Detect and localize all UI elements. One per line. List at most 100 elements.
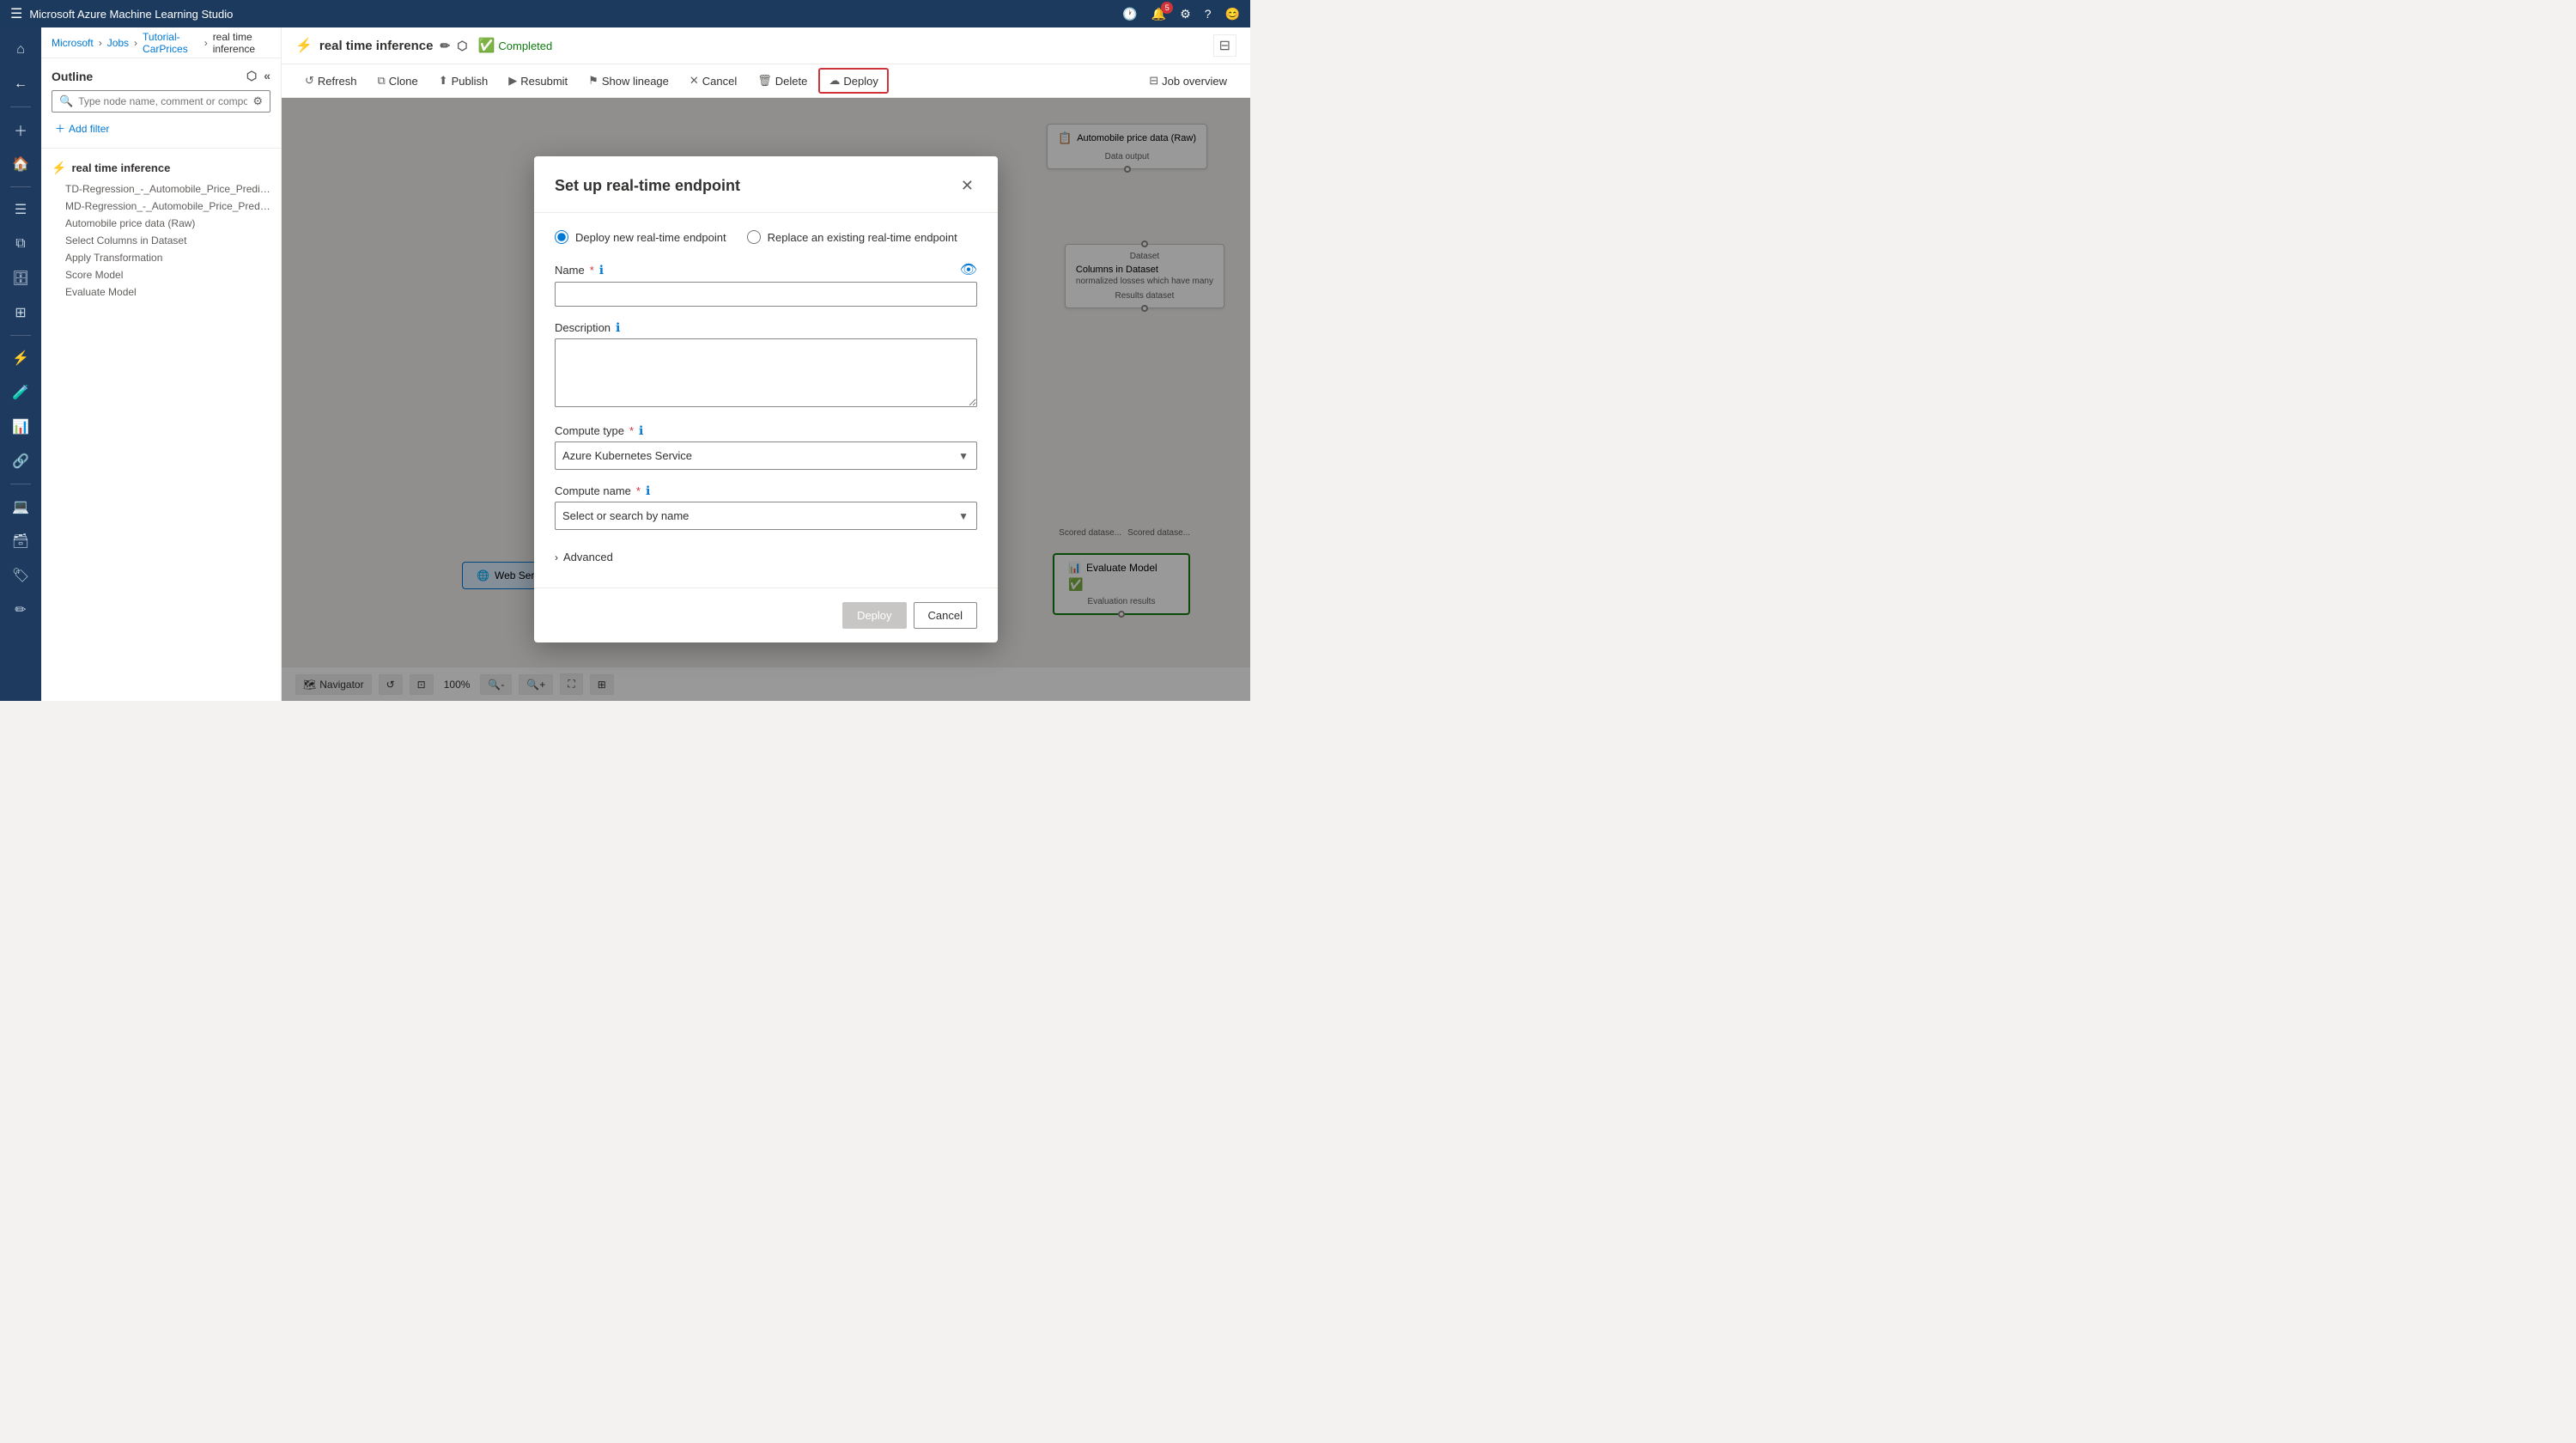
- tree-item-3[interactable]: Select Columns in Dataset: [41, 232, 281, 249]
- settings-icon[interactable]: ⚙: [1180, 7, 1191, 21]
- notification-badge[interactable]: 🔔 5: [1151, 7, 1166, 21]
- sidebar: Microsoft › Jobs › Tutorial-CarPrices › …: [41, 27, 282, 701]
- cancel-button[interactable]: ✕ Cancel: [680, 69, 746, 93]
- compute-type-select[interactable]: Azure Kubernetes Service Azure Container…: [555, 441, 977, 470]
- refresh-icon: ↺: [305, 74, 314, 88]
- name-eye-icon[interactable]: 👁: [960, 261, 977, 278]
- compute-name-label: Compute name * ℹ: [555, 484, 977, 498]
- pipeline-icon: ⚡: [295, 37, 313, 54]
- modal-cancel-label: Cancel: [928, 609, 963, 622]
- nav-vm-icon[interactable]: 💻: [5, 491, 36, 522]
- sidebar-title-row: Outline ⬡ «: [52, 69, 270, 83]
- compute-type-select-container: Azure Kubernetes Service Azure Container…: [555, 441, 977, 470]
- breadcrumb-sep-1: ›: [99, 37, 102, 49]
- hamburger-icon[interactable]: ☰: [10, 5, 22, 22]
- breadcrumb-sep-3: ›: [204, 37, 208, 49]
- tree-item-2[interactable]: Automobile price data (Raw): [41, 215, 281, 232]
- compute-name-info-icon[interactable]: ℹ: [646, 484, 650, 498]
- clone-button[interactable]: ⧉ Clone: [368, 69, 427, 93]
- description-textarea[interactable]: [555, 338, 977, 407]
- nav-house-icon[interactable]: 🏠: [5, 149, 36, 180]
- modal-deploy-label: Deploy: [857, 609, 891, 622]
- user-icon[interactable]: 😊: [1225, 7, 1240, 21]
- sidebar-search[interactable]: 🔍 ⚙: [52, 90, 270, 113]
- collapse-icon[interactable]: «: [264, 69, 270, 83]
- nav-back-icon[interactable]: ←: [5, 69, 36, 100]
- nav-code-icon[interactable]: ✏: [5, 594, 36, 625]
- breadcrumb-tutorial[interactable]: Tutorial-CarPrices: [143, 31, 199, 55]
- name-input[interactable]: [555, 282, 977, 307]
- expand-icon[interactable]: ⊟: [1213, 34, 1236, 57]
- refresh-button[interactable]: ↺ Refresh: [295, 69, 366, 93]
- nav-label-icon[interactable]: 🏷: [5, 560, 36, 591]
- publish-button[interactable]: ⬆ Publish: [429, 69, 498, 93]
- tree-group[interactable]: ⚡ real time inference: [41, 155, 281, 180]
- radio-replace-existing[interactable]: Replace an existing real-time endpoint: [747, 230, 957, 244]
- tree-item-0[interactable]: TD-Regression_-_Automobile_Price_Predict…: [41, 180, 281, 198]
- name-info-icon[interactable]: ℹ: [599, 263, 604, 277]
- breadcrumb-jobs[interactable]: Jobs: [107, 37, 129, 49]
- nav-storage-icon[interactable]: 🗃: [5, 526, 36, 557]
- search-input[interactable]: [78, 95, 247, 107]
- nav-pipelines-icon[interactable]: ⧉: [5, 228, 36, 259]
- breadcrumb: Microsoft › Jobs › Tutorial-CarPrices › …: [52, 31, 270, 55]
- modal-cancel-button[interactable]: Cancel: [914, 602, 977, 629]
- nav-separator-2: [10, 186, 31, 187]
- modal-footer: Deploy Cancel: [534, 588, 998, 642]
- delete-button[interactable]: 🗑 Delete: [748, 69, 817, 93]
- delete-label: Delete: [775, 75, 808, 88]
- breadcrumb-microsoft[interactable]: Microsoft: [52, 37, 94, 49]
- resubmit-button[interactable]: ▶ Resubmit: [499, 69, 577, 93]
- deploy-button[interactable]: ☁ Deploy: [818, 68, 888, 94]
- canvas-area: 📋 Automobile price data (Raw) Data outpu…: [282, 98, 1250, 701]
- nav-experiments-icon[interactable]: 🧪: [5, 377, 36, 408]
- publish-label: Publish: [452, 75, 489, 88]
- breadcrumb-current: real time inference: [213, 31, 270, 55]
- show-lineage-button[interactable]: ⚑ Show lineage: [579, 69, 678, 93]
- job-overview-button[interactable]: ⊟ Job overview: [1139, 69, 1236, 93]
- outline-label: Outline: [52, 70, 93, 83]
- modal-deploy-button[interactable]: Deploy: [842, 602, 906, 629]
- clock-icon[interactable]: 🕐: [1122, 7, 1137, 21]
- share-icon[interactable]: ⬡: [246, 69, 257, 83]
- nav-jobs-icon[interactable]: ☰: [5, 194, 36, 225]
- radio-replace-existing-label: Replace an existing real-time endpoint: [768, 231, 957, 244]
- pipeline-header: ⚡ real time inference ✏ ⬡ ✅ Completed ⊟: [282, 27, 1250, 64]
- nav-add-icon[interactable]: ＋: [5, 114, 36, 145]
- share-pipeline-icon[interactable]: ⬡: [457, 39, 467, 53]
- left-nav: ⌂ ← ＋ 🏠 ☰ ⧉ 🗄 ⊞ ⚡ 🧪 📊 🔗 💻 🗃 🏷 ✏: [0, 27, 41, 701]
- modal-header: Set up real-time endpoint ✕: [534, 156, 998, 213]
- nav-endpoints-icon[interactable]: 🔗: [5, 446, 36, 477]
- nav-datasets-icon[interactable]: 📊: [5, 411, 36, 442]
- compute-name-select[interactable]: Select or search by name: [555, 502, 977, 530]
- add-filter-button[interactable]: ＋ Add filter: [52, 119, 270, 137]
- nav-data-icon[interactable]: 🗄: [5, 263, 36, 294]
- tree-item-4[interactable]: Apply Transformation: [41, 249, 281, 266]
- edit-pipeline-icon[interactable]: ✏: [440, 39, 450, 53]
- description-info-icon[interactable]: ℹ: [616, 320, 620, 335]
- top-bar-left: ☰ Microsoft Azure Machine Learning Studi…: [10, 5, 233, 22]
- advanced-toggle[interactable]: › Advanced: [555, 544, 613, 570]
- tree-item-5[interactable]: Score Model: [41, 266, 281, 283]
- modal-close-button[interactable]: ✕: [957, 174, 977, 198]
- radio-deploy-new[interactable]: Deploy new real-time endpoint: [555, 230, 726, 244]
- advanced-chevron-icon: ›: [555, 551, 558, 563]
- radio-group: Deploy new real-time endpoint Replace an…: [555, 230, 977, 244]
- compute-type-info-icon[interactable]: ℹ: [639, 423, 643, 438]
- tree-item-1[interactable]: MD-Regression_-_Automobile_Price_Predic_…: [41, 198, 281, 215]
- tree-group-label-text: real time inference: [71, 161, 170, 174]
- clone-icon: ⧉: [377, 74, 385, 88]
- filter-icon[interactable]: ⚙: [252, 94, 263, 108]
- radio-deploy-new-input[interactable]: [555, 230, 568, 244]
- breadcrumb-sep-2: ›: [134, 37, 137, 49]
- nav-separator-3: [10, 335, 31, 336]
- nav-models-icon[interactable]: ⊞: [5, 297, 36, 328]
- compute-name-required-star: *: [636, 484, 641, 497]
- status-badge: ✅ Completed: [477, 37, 552, 54]
- search-icon: 🔍: [59, 94, 73, 108]
- tree-item-6[interactable]: Evaluate Model: [41, 283, 281, 301]
- radio-replace-existing-input[interactable]: [747, 230, 761, 244]
- nav-home-icon[interactable]: ⌂: [5, 34, 36, 65]
- help-icon[interactable]: ?: [1205, 7, 1212, 21]
- nav-compute-icon[interactable]: ⚡: [5, 343, 36, 374]
